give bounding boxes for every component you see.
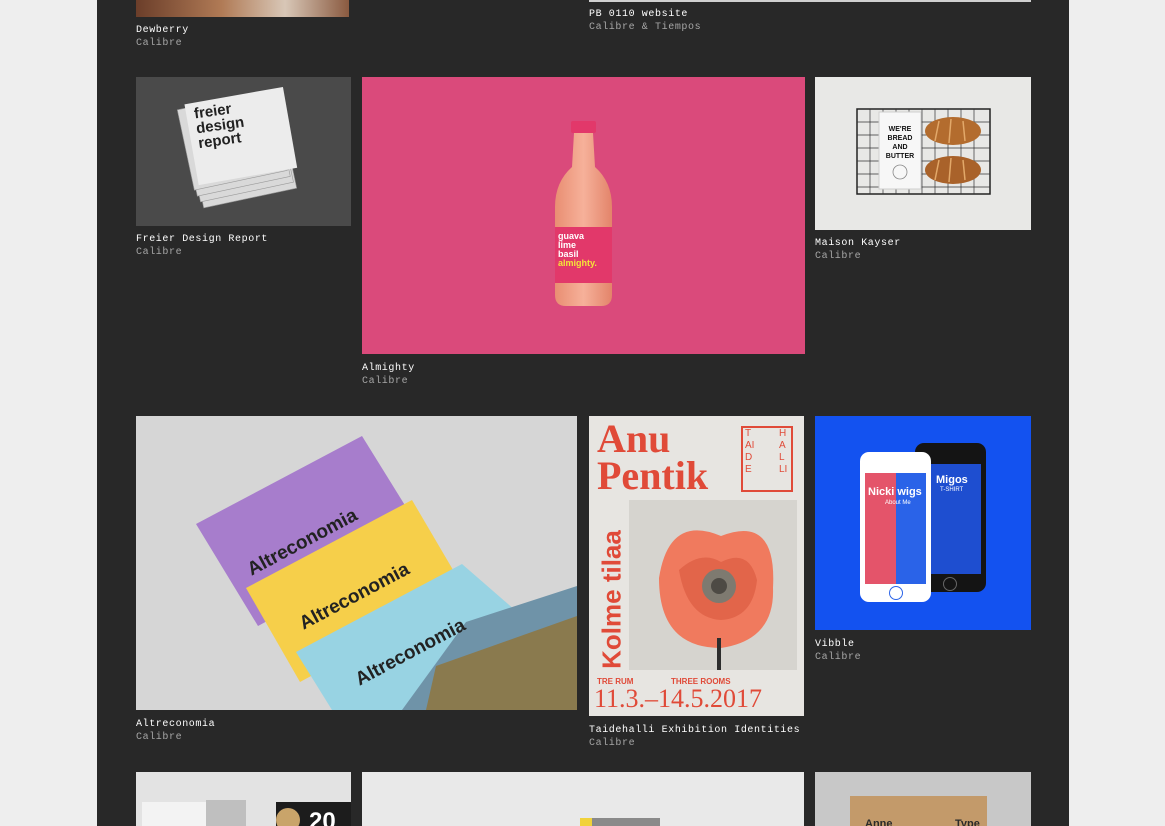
artist-migos-sub: T-SHIRT [940,487,964,493]
project-font-taidehalli: Calibre [589,738,636,749]
poster-photo [629,500,797,670]
bottle-label-text: guava lime basil almighty. [558,231,597,268]
project-font-vibble: Calibre [815,652,862,663]
thumb-maison-kayser[interactable]: WE'RE BREAD AND BUTTER [815,77,1031,230]
freier-cover-text: freier design report [192,100,246,153]
brochure-illustration [196,436,577,710]
poppy-flower-icon [659,530,774,670]
thumb-freier-design-report[interactable]: freier design report [136,77,351,226]
poster-name: Anu Pentik [597,416,709,498]
poster-dates: 11.3.–14.5.2017 [594,684,763,713]
bottom-right-word-1: Anne [865,818,893,826]
poster-logo-taide: TAIDE [745,428,755,475]
bread-rack-illustration [856,108,991,195]
project-font-dewberry: Calibre [136,38,183,49]
thumb-altreconomia[interactable]: Altreconomia Altreconomia Altreconomia [136,416,577,710]
thumb-bottom-right[interactable]: Anne Type [815,772,1031,826]
project-font-freier-design-report: Calibre [136,247,183,258]
poster-side-title: Kolme tilaa [596,530,627,669]
project-title-maison-kayser[interactable]: Maison Kayser [815,238,901,249]
thumb-bottom-left[interactable]: 20 [136,772,351,826]
project-font-almighty: Calibre [362,376,409,387]
project-title-almighty[interactable]: Almighty [362,363,415,374]
project-font-altreconomia: Calibre [136,732,183,743]
bottom-right-word-2: Type [955,818,980,826]
phone-white [860,452,931,602]
project-title-pb0110[interactable]: PB 0110 website [589,9,688,20]
portfolio-panel: Dewberry Calibre PB 0110 website Calibre… [97,0,1069,826]
project-title-dewberry[interactable]: Dewberry [136,25,189,36]
bottle-illustration [555,121,612,306]
project-font-pb0110: Calibre & Tiempos [589,22,702,33]
thumb-vibble[interactable]: Migos T-SHIRT Nicki wigs About Me [815,416,1031,630]
poster-logo-halli: HALLI [779,428,788,475]
artist-nicki-sub: About Me [885,500,911,506]
project-title-taidehalli[interactable]: Taidehalli Exhibition Identities [589,725,800,736]
artist-migos: Migos [936,474,968,486]
project-title-freier-design-report[interactable]: Freier Design Report [136,234,268,245]
thumb-pb0110[interactable] [589,0,1031,2]
bread-bag-text: WE'RE BREAD AND BUTTER [885,126,915,160]
bottom-left-number: 20 [309,808,336,826]
project-title-altreconomia[interactable]: Altreconomia [136,719,215,730]
artist-nicki-wigs: Nicki wigs [868,486,922,498]
thumb-almighty[interactable]: guava lime basil almighty. [362,77,805,354]
thumb-taidehalli[interactable]: Anu Pentik Kolme tilaa TAIDE HALLI TRE R… [589,416,804,716]
thumb-bottom-center[interactable] [362,772,804,826]
thumb-dewberry[interactable] [136,0,349,17]
project-font-maison-kayser: Calibre [815,251,862,262]
newspaper-illustration [176,86,298,209]
project-title-vibble[interactable]: Vibble [815,639,855,650]
